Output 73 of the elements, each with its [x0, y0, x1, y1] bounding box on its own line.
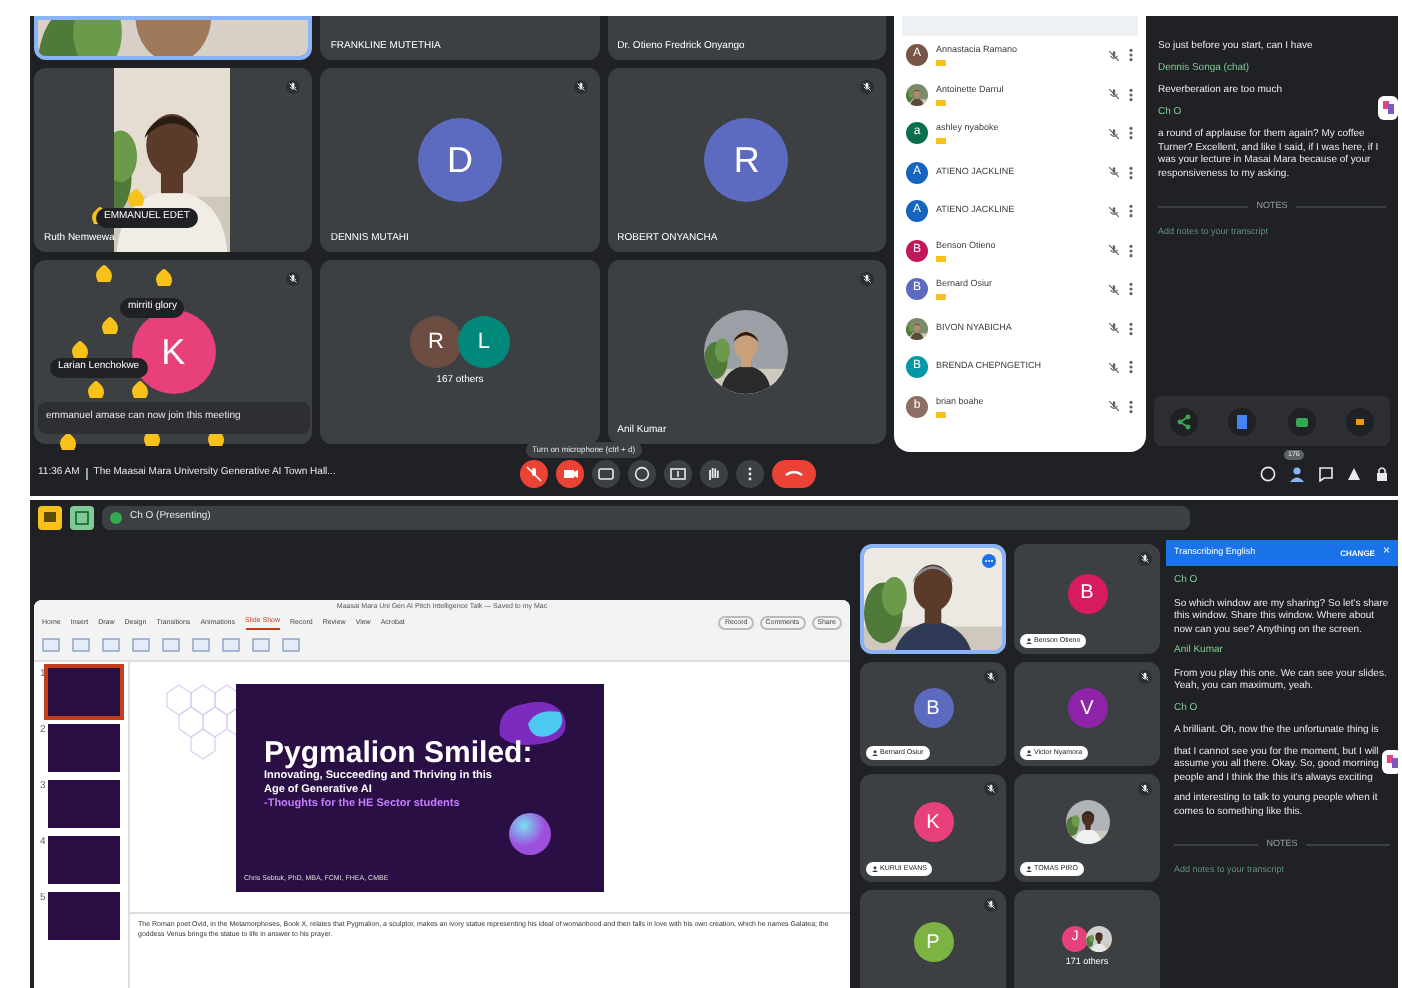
avatar: V [1067, 688, 1107, 728]
clapping-hands-icon [58, 432, 78, 452]
microphone-off-icon[interactable] [1108, 400, 1120, 413]
end-call-button[interactable] [771, 460, 816, 488]
share-icon[interactable] [1169, 407, 1198, 435]
more-options-icon[interactable] [1128, 399, 1134, 414]
microphone-off-icon [984, 782, 998, 796]
avatar: D [417, 118, 502, 202]
clapping-hands-icon [154, 268, 174, 288]
avatar-icon [110, 512, 122, 524]
avatar: B [913, 688, 953, 728]
slide-thumbnail[interactable] [47, 892, 120, 940]
avatar: R [704, 118, 789, 202]
microphone-off-icon[interactable] [1108, 88, 1120, 101]
more-options-button[interactable] [735, 460, 764, 488]
document-icon[interactable] [1228, 407, 1257, 435]
more-options-icon[interactable] [1128, 282, 1134, 297]
microphone-off-icon[interactable] [1108, 166, 1120, 179]
microphone-off-icon [984, 670, 998, 684]
more-options-icon[interactable] [982, 554, 996, 568]
avatar: K [913, 802, 953, 842]
microphone-off-icon[interactable] [1108, 322, 1120, 335]
more-options-icon[interactable] [1128, 126, 1134, 141]
microphone-off-icon[interactable] [1108, 361, 1120, 374]
camera-icon[interactable] [1287, 407, 1316, 435]
more-options-icon[interactable] [1128, 87, 1134, 102]
more-options-icon[interactable] [1128, 360, 1134, 375]
more-options-icon[interactable] [1128, 243, 1134, 258]
person-icon [1026, 865, 1032, 872]
microphone-off-icon [1138, 670, 1152, 684]
avatar: R [409, 315, 462, 368]
more-options-icon[interactable] [1128, 48, 1134, 63]
info-icon[interactable] [1260, 466, 1276, 482]
microphone-off-icon[interactable] [1108, 127, 1120, 140]
clapping-hands-icon [130, 380, 150, 400]
app-icon[interactable] [1382, 750, 1402, 774]
more-options-icon[interactable] [1128, 165, 1134, 180]
microphone-off-button[interactable] [519, 460, 548, 488]
captions-button[interactable] [591, 460, 620, 488]
camera-off-button[interactable] [555, 460, 584, 488]
slides-icon[interactable] [38, 506, 62, 530]
microphone-off-icon [1138, 552, 1152, 566]
microphone-off-icon [1138, 782, 1152, 796]
microphone-off-icon[interactable] [1108, 49, 1120, 62]
lock-icon[interactable] [1374, 466, 1390, 482]
person-icon [1026, 749, 1032, 756]
people-icon[interactable] [1288, 466, 1306, 482]
avatar: L [457, 315, 510, 368]
slide-thumbnail[interactable] [47, 780, 120, 828]
avatar: P [913, 922, 953, 962]
slide-title: Pygmalion Smiled: [264, 736, 533, 770]
clapping-hands-icon [94, 264, 114, 284]
layout-icon[interactable] [70, 506, 94, 530]
chat-icon[interactable] [1318, 466, 1334, 482]
raise-hand-button[interactable] [699, 460, 728, 488]
slide-thumbnail[interactable] [47, 668, 120, 716]
person-icon [1026, 637, 1032, 644]
microphone-off-icon [984, 898, 998, 912]
more-options-icon[interactable] [1128, 204, 1134, 219]
microphone-off-icon[interactable] [1108, 244, 1120, 257]
slide-thumbnail[interactable] [47, 724, 120, 772]
more-options-icon[interactable] [1128, 321, 1134, 336]
present-button[interactable] [663, 460, 692, 488]
sphere-drawing [508, 812, 552, 856]
microphone-off-icon[interactable] [1108, 283, 1120, 296]
microphone-off-icon[interactable] [1108, 205, 1120, 218]
activities-icon[interactable] [1346, 466, 1362, 482]
person-icon [872, 865, 878, 872]
slide-thumbnail[interactable] [47, 836, 120, 884]
app-icon[interactable] [1378, 96, 1398, 120]
avatar: B [1067, 573, 1107, 613]
person-icon [872, 749, 878, 756]
emoji-button[interactable] [627, 460, 656, 488]
